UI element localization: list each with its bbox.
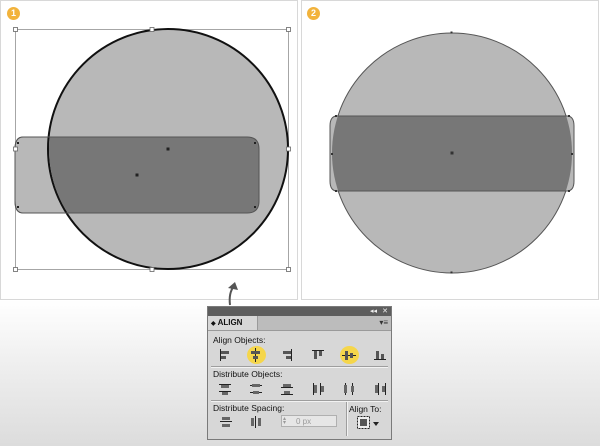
horizontal-distribute-space-icon[interactable] [247,414,265,430]
align-to-label: Align To: [349,404,382,414]
horizontal-distribute-left-icon[interactable] [309,381,327,397]
horizontal-align-right-icon[interactable] [278,347,296,363]
align-to-selection-dropdown[interactable] [356,415,382,431]
distribute-spacing-value: 0 px [296,417,312,426]
pointer-arrow-icon [228,282,238,306]
vertical-distribute-bottom-icon[interactable] [278,381,296,397]
vertical-separator [346,402,348,436]
horizontal-distribute-center-icon[interactable] [340,381,358,397]
tab-align[interactable]: ◆ ALIGN [208,316,258,330]
close-panel-icon[interactable]: ✕ [382,307,388,316]
panel-menu-icon[interactable]: ▾≡ [379,318,388,328]
horizontal-align-left-icon[interactable] [216,347,234,363]
distribute-spacing-label: Distribute Spacing: [213,403,285,413]
spacing-stepper-icon[interactable]: ▴ ▾ [283,416,292,426]
section-divider [211,366,388,368]
step2-canvas [329,31,575,274]
horizontal-align-center-icon[interactable] [247,346,266,364]
align-to-selection-icon [357,416,379,429]
tab-align-label: ALIGN [217,318,243,327]
panel-tab-row: ◆ ALIGN ▾≡ [208,316,391,331]
step1-artboard: 1 [0,0,298,300]
panel-titlebar: ◂◂ ✕ [208,307,391,316]
distribute-objects-label: Distribute Objects: [213,369,283,379]
distribute-objects-row [216,381,386,397]
horizontal-distribute-right-icon[interactable] [371,381,389,397]
vertical-distribute-center-icon[interactable] [247,381,265,397]
step1-canvas [13,27,291,272]
align-objects-row [216,346,389,364]
section-divider [211,400,388,402]
align-panel: ◂◂ ✕ ◆ ALIGN ▾≡ Align Objects: Distribut… [207,306,392,440]
vertical-align-bottom-icon[interactable] [371,347,389,363]
vertical-align-top-icon[interactable] [309,347,327,363]
vertical-distribute-space-icon[interactable] [217,414,235,430]
distribute-spacing-input[interactable]: ▴ ▾ 0 px [281,415,337,427]
vertical-align-center-icon[interactable] [340,346,359,364]
collapse-panel-icon[interactable]: ◂◂ [370,307,377,316]
step2-artboard: 2 [301,0,599,300]
tab-collapse-icon[interactable]: ◆ [211,321,216,327]
vertical-distribute-top-icon[interactable] [216,381,234,397]
align-objects-label: Align Objects: [213,335,266,345]
